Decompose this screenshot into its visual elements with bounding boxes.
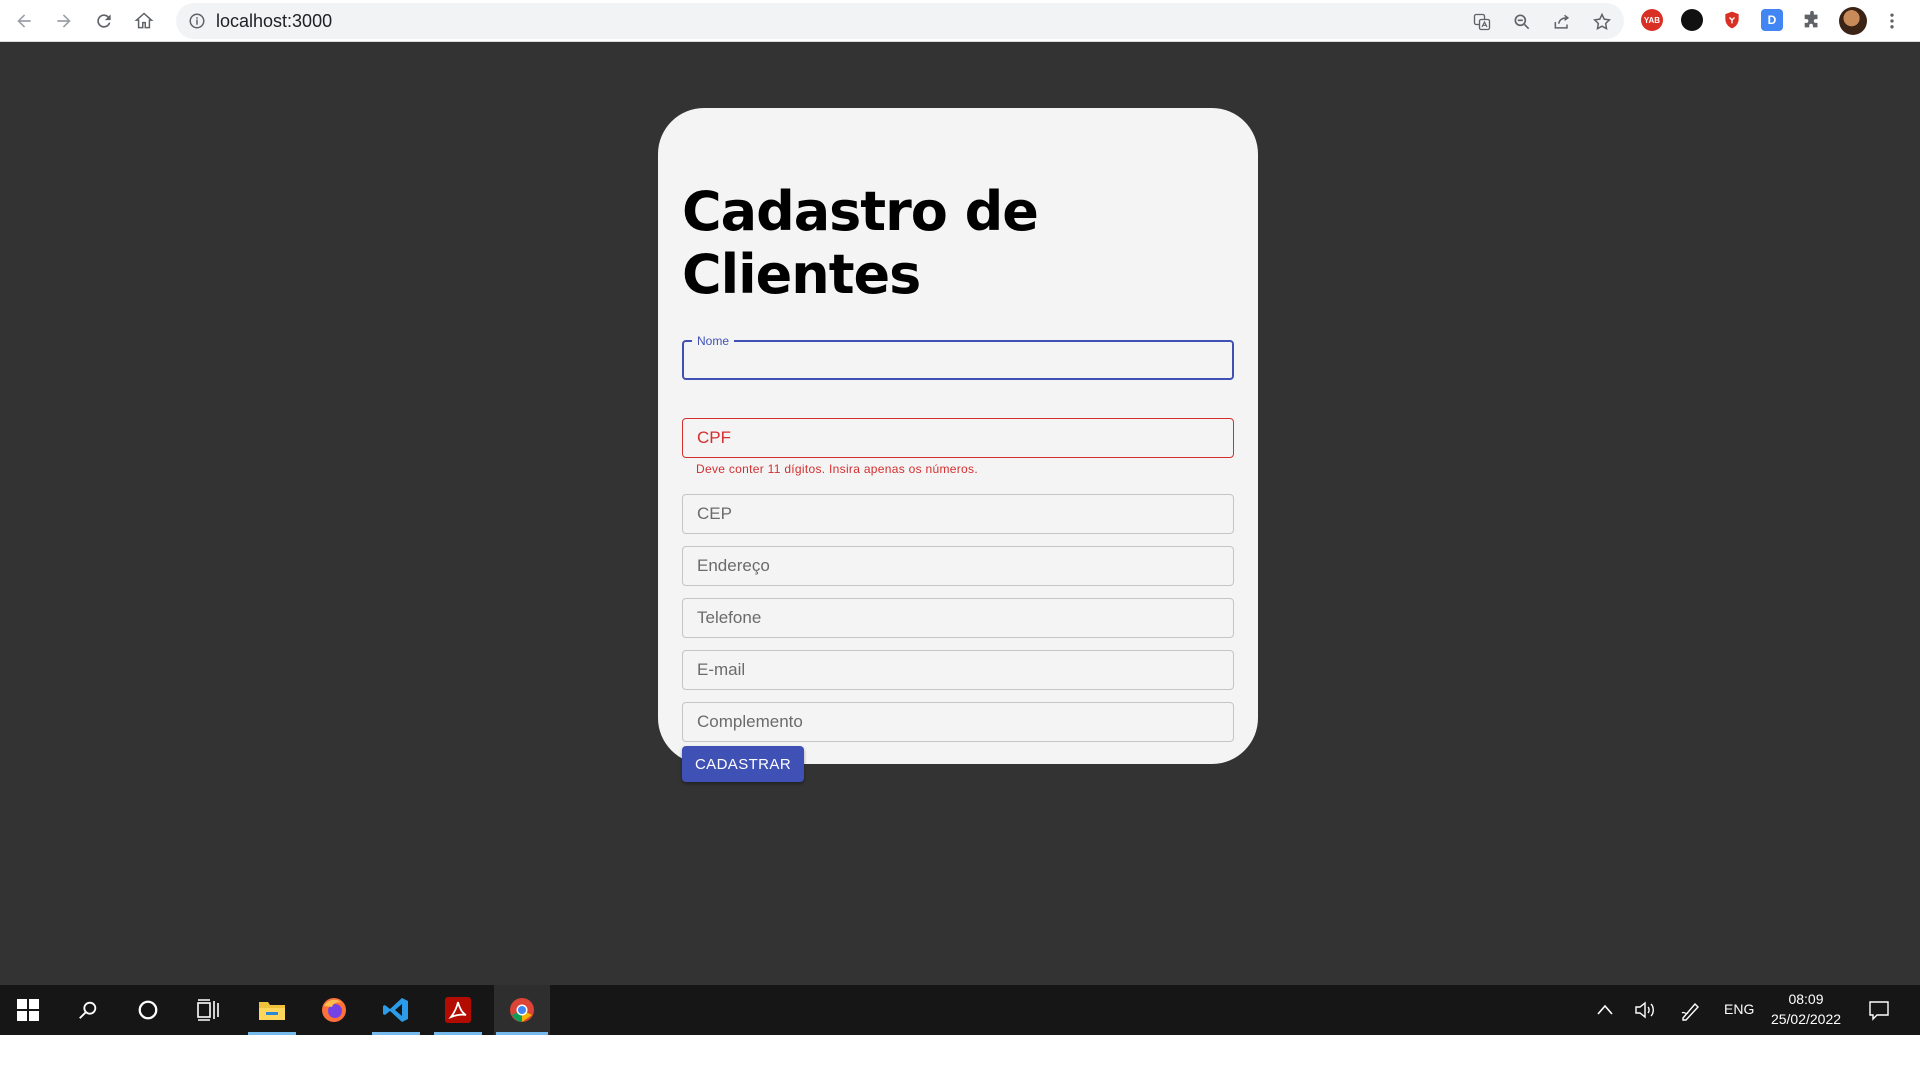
url-text[interactable]: localhost:3000	[216, 3, 332, 39]
chrome-icon	[510, 998, 534, 1022]
cortana-button[interactable]	[122, 985, 174, 1035]
volume-icon[interactable]	[1634, 1000, 1658, 1020]
task-view-icon	[197, 999, 219, 1021]
clock[interactable]: 08:09 25/02/2022	[1768, 989, 1844, 1029]
telefone-input[interactable]: Telefone	[682, 598, 1234, 638]
firefox-icon	[322, 998, 346, 1022]
shield-extension-icon[interactable]	[1721, 9, 1743, 31]
forward-button[interactable]	[48, 5, 80, 37]
endereco-input[interactable]: Endereço	[682, 546, 1234, 586]
endereco-label: Endereço	[697, 556, 770, 575]
email-input[interactable]: E-mail	[682, 650, 1234, 690]
telefone-label: Telefone	[697, 608, 762, 627]
cpf-label: CPF	[697, 428, 731, 447]
home-icon	[134, 12, 154, 29]
browser-toolbar: localhost:3000 YAB D	[0, 0, 1920, 42]
email-label: E-mail	[697, 660, 746, 679]
complemento-input[interactable]: Complemento	[682, 702, 1234, 742]
firefox-button[interactable]	[308, 985, 360, 1035]
cpf-input[interactable]: CPF	[682, 418, 1234, 458]
home-button[interactable]	[128, 5, 160, 37]
cep-input[interactable]: CEP	[682, 494, 1234, 534]
windows-taskbar: ENG 08:09 25/02/2022	[0, 985, 1920, 1035]
back-arrow-icon	[17, 14, 31, 28]
windows-logo-icon	[17, 999, 39, 1021]
page-background: Cadastro de Clientes Nome CPF Deve conte…	[0, 42, 1920, 985]
reload-button[interactable]	[88, 5, 120, 37]
zoom-out-icon[interactable]	[1512, 12, 1532, 32]
bookmark-star-icon[interactable]	[1592, 12, 1612, 32]
translate-icon[interactable]	[1472, 12, 1492, 32]
address-bar[interactable]: localhost:3000	[176, 3, 1624, 39]
cpf-error-message: Deve conter 11 dígitos. Insira apenas os…	[696, 462, 978, 476]
cadastrar-button[interactable]: CADASTRAR	[682, 746, 804, 782]
nome-label: Nome	[692, 334, 735, 348]
file-explorer-icon	[259, 1002, 285, 1020]
nome-input[interactable]: Nome	[682, 334, 1234, 380]
share-icon[interactable]	[1552, 12, 1572, 32]
file-explorer-button[interactable]	[246, 985, 298, 1035]
vscode-icon	[383, 998, 408, 1022]
vscode-button[interactable]	[370, 985, 422, 1035]
language-indicator[interactable]: ENG	[1724, 1001, 1754, 1017]
back-button[interactable]	[8, 5, 40, 37]
more-menu-icon[interactable]	[1882, 11, 1902, 31]
search-button[interactable]	[62, 985, 114, 1035]
d-extension-icon[interactable]: D	[1761, 9, 1783, 31]
search-icon	[79, 1001, 97, 1019]
acrobat-icon	[445, 997, 471, 1023]
pen-workspace-icon[interactable]	[1680, 999, 1702, 1021]
start-button[interactable]	[2, 985, 54, 1035]
cortana-circle-icon	[138, 1000, 158, 1020]
dark-extension-icon[interactable]	[1681, 9, 1703, 31]
acrobat-button[interactable]	[432, 985, 484, 1035]
notifications-icon[interactable]	[1868, 999, 1890, 1021]
cep-label: CEP	[697, 504, 732, 523]
profile-avatar[interactable]	[1839, 7, 1867, 35]
complemento-label: Complemento	[697, 712, 803, 731]
screen-bottom-margin	[0, 1035, 1920, 1080]
reload-icon	[97, 14, 111, 28]
yab-extension-icon[interactable]: YAB	[1641, 9, 1663, 31]
chevron-up-icon[interactable]	[1596, 1002, 1614, 1018]
clock-time: 08:09	[1788, 991, 1824, 1007]
chrome-button[interactable]	[494, 985, 550, 1035]
clock-date: 25/02/2022	[1770, 1011, 1842, 1027]
shield-icon	[1725, 11, 1739, 29]
page-title: Cadastro de Clientes	[682, 180, 1039, 306]
task-view-button[interactable]	[182, 985, 234, 1035]
registration-card: Cadastro de Clientes Nome CPF Deve conte…	[658, 108, 1258, 782]
site-info-icon[interactable]	[188, 12, 206, 30]
extensions-puzzle-icon[interactable]	[1801, 10, 1823, 32]
forward-arrow-icon	[57, 14, 71, 28]
